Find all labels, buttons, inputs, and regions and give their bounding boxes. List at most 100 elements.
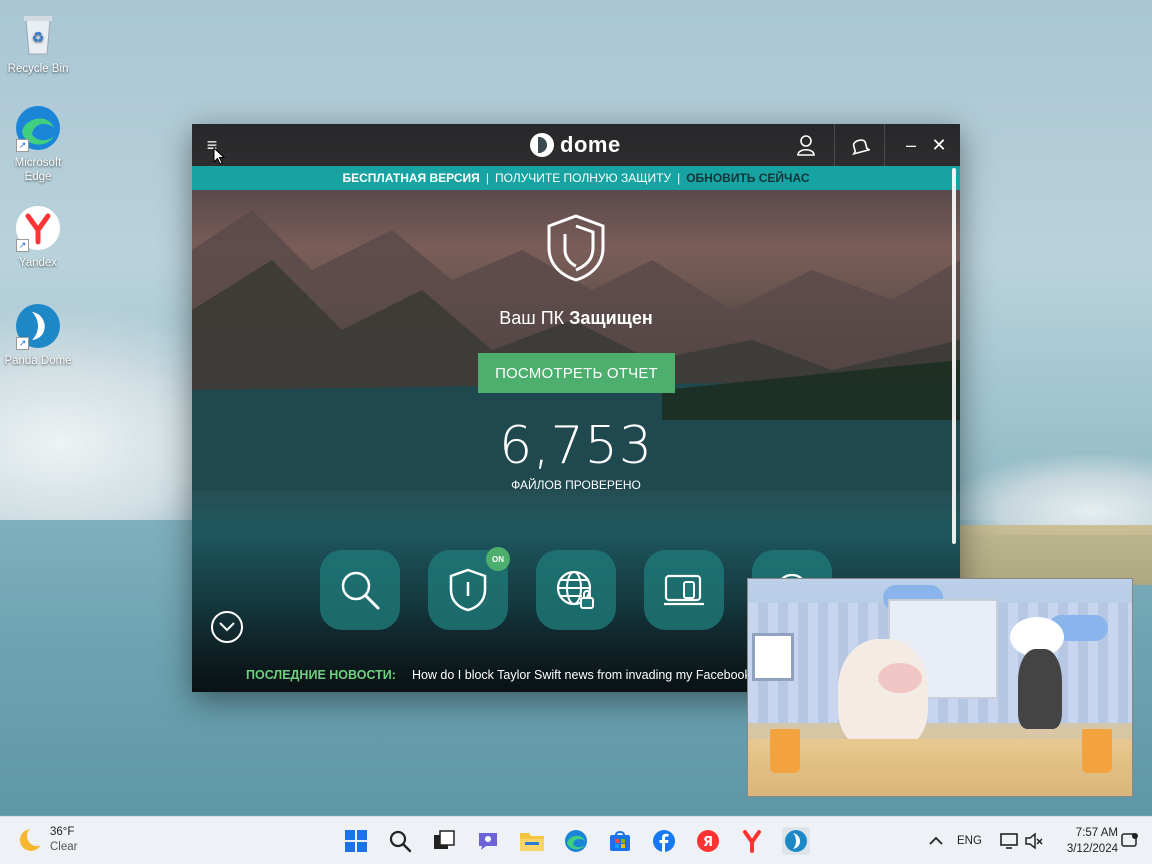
yandex-browser-icon: Я xyxy=(697,830,719,852)
panda-logo-icon xyxy=(530,133,554,157)
promo-bar: БЕСПЛАТНАЯ ВЕРСИЯ | ПОЛУЧИТЕ ПОЛНУЮ ЗАЩИ… xyxy=(192,166,960,190)
store-button[interactable] xyxy=(606,827,634,855)
app-logo: dome xyxy=(530,130,621,160)
protection-status: Ваш ПК Защищен xyxy=(192,308,960,329)
yandex-browser-button[interactable]: Я xyxy=(694,827,722,855)
edge-taskbar-button[interactable] xyxy=(562,827,590,855)
desktop-icon-yandex[interactable]: ↗ Yandex xyxy=(0,204,76,270)
promo-get-full-protection: ПОЛУЧИТЕ ПОЛНУЮ ЗАЩИТУ xyxy=(494,171,672,185)
scan-feature-button[interactable] xyxy=(320,550,400,630)
start-icon xyxy=(345,830,367,852)
status-value: Защищен xyxy=(569,308,653,328)
view-report-button[interactable]: ПОСМОТРЕТЬ ОТЧЕТ xyxy=(478,353,675,393)
desktop-icon-edge[interactable]: ↗ Microsoft Edge xyxy=(0,104,76,184)
files-scanned-count: 6,753 xyxy=(499,416,653,476)
status-prefix: Ваш ПК xyxy=(499,308,565,328)
store-icon xyxy=(610,831,630,851)
edge-icon: ↗ xyxy=(14,104,62,152)
facebook-icon xyxy=(653,830,675,852)
moon-icon xyxy=(20,826,47,851)
shortcut-arrow-icon: ↗ xyxy=(16,139,29,152)
volume-muted-icon xyxy=(1025,832,1043,850)
news-headline[interactable]: How do I block Taylor Swift news from in… xyxy=(412,668,751,682)
video-character-chef xyxy=(1018,649,1062,729)
yandex-button[interactable] xyxy=(738,827,766,855)
promo-separator: | xyxy=(677,171,681,185)
shortcut-arrow-icon: ↗ xyxy=(16,239,29,252)
chat-icon xyxy=(479,833,497,850)
chat-button[interactable] xyxy=(474,827,502,855)
files-scanned-label: ФАЙЛОВ ПРОВЕРЕНО xyxy=(511,478,641,492)
wallpaper-grass xyxy=(952,525,1152,585)
weather-widget[interactable]: 36°F Clear xyxy=(20,825,77,855)
notification-center-button[interactable] xyxy=(1116,827,1144,855)
user-icon xyxy=(797,135,815,156)
svg-text:Я: Я xyxy=(703,835,713,850)
minimize-button[interactable]: – xyxy=(900,134,922,156)
wallpaper-hill-right xyxy=(952,455,1152,535)
mouse-cursor-icon xyxy=(213,147,225,165)
news-label: ПОСЛЕДНИЕ НОВОСТИ: xyxy=(246,668,396,682)
logo-text: dome xyxy=(560,132,621,157)
clock-date: 3/12/2024 xyxy=(1066,843,1118,855)
start-button[interactable] xyxy=(342,827,370,855)
app-titlebar: ≡ dome – ✕ xyxy=(192,124,960,166)
taskbar: 36°F Clear Я ENG 7:57 AM 3/12/2024 xyxy=(0,816,1152,864)
account-button[interactable] xyxy=(782,124,830,166)
video-pencil-cup xyxy=(770,729,800,773)
system-clock[interactable]: 7:57 AM 3/12/2024 xyxy=(1052,825,1118,857)
yandex-icon xyxy=(743,830,761,853)
search-icon xyxy=(341,571,380,610)
recycle-bin-icon: ♻ xyxy=(14,10,62,58)
expand-down-button[interactable] xyxy=(211,611,243,643)
panda-dome-icon xyxy=(785,830,807,852)
task-view-icon xyxy=(434,830,455,849)
volume-button[interactable] xyxy=(1020,827,1048,855)
file-explorer-icon xyxy=(520,833,544,851)
panda-dome-icon: ↗ xyxy=(14,302,62,350)
chevron-down-icon xyxy=(219,622,235,632)
protected-shield-icon xyxy=(547,214,605,282)
bell-icon xyxy=(852,139,870,156)
clock-time: 7:57 AM xyxy=(1075,827,1118,839)
yandex-label: Yandex xyxy=(18,257,58,269)
show-hidden-icons-button[interactable] xyxy=(922,827,950,855)
desktop-icon-recycle-bin[interactable]: ♻ Recycle Bin xyxy=(0,10,76,76)
on-status-badge: ON xyxy=(486,547,510,571)
upgrade-now-link[interactable]: ОБНОВИТЬ СЕЙЧАС xyxy=(686,171,809,185)
promo-free-version: БЕСПЛАТНАЯ ВЕРСИЯ xyxy=(342,171,480,185)
video-pencil-cup xyxy=(1082,729,1112,773)
weather-description: Clear xyxy=(50,841,78,853)
panda-dome-taskbar-button[interactable] xyxy=(782,827,810,855)
svg-text:♻: ♻ xyxy=(32,30,45,46)
notifications-button[interactable] xyxy=(836,124,884,166)
titlebar-divider xyxy=(884,124,885,166)
recycle-bin-label: Recycle Bin xyxy=(7,63,69,75)
facebook-button[interactable] xyxy=(650,827,678,855)
desktop-icon-panda-dome[interactable]: ↗ Panda Dome xyxy=(0,302,76,368)
devices-feature-button[interactable] xyxy=(644,550,724,630)
devices-icon xyxy=(664,574,704,606)
file-explorer-button[interactable] xyxy=(518,827,546,855)
chevron-up-icon xyxy=(929,836,943,845)
weather-temperature: 36°F xyxy=(50,826,75,838)
video-character-sheep xyxy=(838,639,928,749)
picture-in-picture-video[interactable] xyxy=(747,578,1133,797)
promo-separator: | xyxy=(485,171,489,185)
close-button[interactable]: ✕ xyxy=(928,134,950,156)
task-view-button[interactable] xyxy=(430,827,458,855)
video-table xyxy=(748,739,1132,796)
network-icon xyxy=(1000,833,1018,849)
shortcut-arrow-icon: ↗ xyxy=(16,337,29,350)
taskbar-search-button[interactable] xyxy=(386,827,414,855)
web-protection-feature-button[interactable] xyxy=(536,550,616,630)
notification-icon xyxy=(1121,833,1138,847)
video-window xyxy=(752,633,794,681)
yandex-icon: ↗ xyxy=(14,204,62,252)
shield-icon xyxy=(449,568,487,612)
titlebar-divider xyxy=(834,124,835,166)
panda-dome-label: Panda Dome xyxy=(4,355,72,367)
edge-label: Microsoft Edge xyxy=(14,157,62,183)
language-indicator[interactable]: ENG xyxy=(957,835,982,847)
globe-lock-icon xyxy=(556,570,594,609)
